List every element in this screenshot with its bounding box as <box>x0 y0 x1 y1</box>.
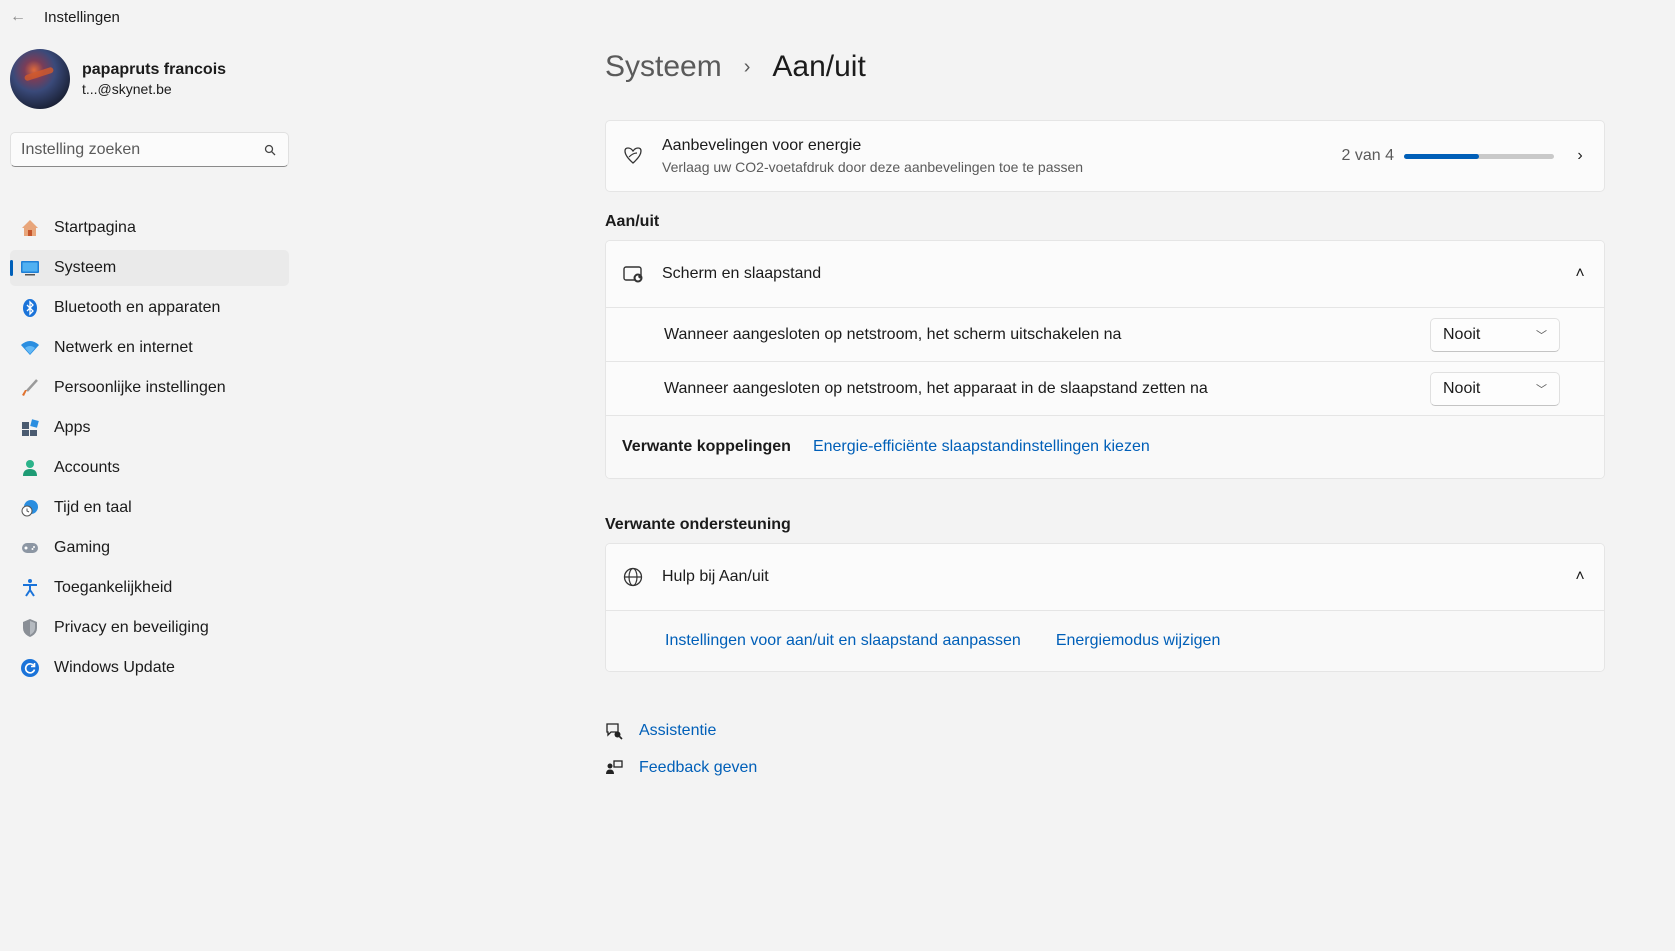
energy-progress-bar <box>1404 153 1554 159</box>
search-icon[interactable] <box>262 142 278 158</box>
chevron-up-icon: ˄ <box>1575 568 1585 585</box>
breadcrumb-separator: › <box>743 55 751 78</box>
footer-links: Assistentie Feedback geven <box>605 718 757 792</box>
screen-off-value: Nooit <box>1443 325 1481 343</box>
sidebar-item-label: Windows Update <box>54 659 175 676</box>
energy-progress-fill <box>1404 153 1479 159</box>
sidebar-item-gaming[interactable]: Gaming <box>10 530 289 566</box>
search-input[interactable] <box>21 140 262 159</box>
sleep-label: Wanneer aangesloten op netstroom, het ap… <box>664 379 1208 397</box>
related-links-row: Verwante koppelingen Energie-efficiënte … <box>606 416 1604 478</box>
sidebar-item-label: Toegankelijkheid <box>54 579 173 596</box>
feedback-icon <box>605 759 623 777</box>
sidebar: papapruts francois t...@skynet.be Startp… <box>0 34 300 951</box>
screen-off-row: Wanneer aangesloten op netstroom, het sc… <box>606 308 1604 362</box>
sidebar-item-label: Accounts <box>54 459 120 476</box>
leaf-heart-icon <box>622 145 644 167</box>
sidebar-item-toegankelijkheid[interactable]: Toegankelijkheid <box>10 570 289 606</box>
title-bar: ← Instellingen <box>0 0 1675 34</box>
screen-sleep-icon <box>622 263 644 285</box>
feedback-link[interactable]: Feedback geven <box>639 759 757 777</box>
sidebar-item-privacy[interactable]: Privacy en beveiliging <box>10 610 289 646</box>
screen-sleep-group: Scherm en slaapstand ˄ Wanneer aangeslot… <box>605 240 1605 479</box>
sidebar-item-accounts[interactable]: Accounts <box>10 450 289 486</box>
home-icon <box>20 218 40 238</box>
breadcrumb-parent[interactable]: Systeem <box>605 50 722 84</box>
chevron-right-icon: › <box>1577 147 1583 164</box>
sidebar-nav: Startpagina Systeem Bluetooth en apparat… <box>10 210 289 690</box>
screen-sleep-header[interactable]: Scherm en slaapstand ˄ <box>606 241 1604 308</box>
avatar <box>10 49 70 109</box>
sidebar-item-label: Gaming <box>54 539 111 556</box>
energy-efficient-sleep-link[interactable]: Energie-efficiënte slaapstandinstellinge… <box>813 438 1150 456</box>
sidebar-item-tijd-taal[interactable]: Tijd en taal <box>10 490 289 526</box>
refresh-icon <box>20 658 40 678</box>
breadcrumb: Systeem › Aan/uit <box>605 50 866 84</box>
screen-sleep-title: Scherm en slaapstand <box>662 265 822 282</box>
back-arrow-icon: ← <box>10 8 26 25</box>
energy-subtitle: Verlaag uw CO2-voetafdruk door deze aanb… <box>662 159 1084 175</box>
help-link-item[interactable]: Assistentie <box>605 718 757 744</box>
sidebar-item-windows-update[interactable]: Windows Update <box>10 650 289 686</box>
page-title: Aan/uit <box>772 50 866 83</box>
screen-off-dropdown[interactable]: Nooit ﹀ <box>1430 317 1560 352</box>
sidebar-item-systeem[interactable]: Systeem <box>10 250 289 286</box>
sidebar-item-apps[interactable]: Apps <box>10 410 289 446</box>
sidebar-item-persoonlijk[interactable]: Persoonlijke instellingen <box>10 370 289 406</box>
brush-icon <box>20 378 40 398</box>
energy-progress-label: 2 van 4 <box>1341 147 1394 164</box>
help-link[interactable]: Assistentie <box>639 722 716 740</box>
screen-off-label: Wanneer aangesloten op netstroom, het sc… <box>664 325 1122 343</box>
sidebar-item-label: Persoonlijke instellingen <box>54 379 226 396</box>
chevron-up-icon: ˄ <box>1575 265 1585 282</box>
chevron-down-icon: ﹀ <box>1536 383 1547 396</box>
energy-mode-link[interactable]: Energiemodus wijzigen <box>1056 632 1221 650</box>
wifi-icon <box>20 338 40 358</box>
bluetooth-icon <box>20 298 40 318</box>
energy-recommendations-card[interactable]: Aanbevelingen voor energie Verlaag uw CO… <box>605 120 1605 192</box>
sidebar-item-label: Netwerk en internet <box>54 339 193 356</box>
gamepad-icon <box>20 538 40 558</box>
energy-title: Aanbevelingen voor energie <box>662 137 862 154</box>
sidebar-item-label: Privacy en beveiliging <box>54 619 209 636</box>
power-sleep-settings-link[interactable]: Instellingen voor aan/uit en slaapstand … <box>665 632 1021 650</box>
globe-clock-icon <box>20 498 40 518</box>
help-group: Hulp bij Aan/uit ˄ Instellingen voor aan… <box>605 543 1605 672</box>
person-icon <box>20 458 40 478</box>
accessibility-icon <box>20 578 40 598</box>
system-icon <box>20 258 40 278</box>
apps-icon <box>20 418 40 438</box>
app-title: Instellingen <box>44 8 120 26</box>
shield-icon <box>20 618 40 638</box>
power-section-title: Aan/uit <box>605 213 660 230</box>
profile-email: t...@skynet.be <box>82 81 172 97</box>
profile-name: papapruts francois <box>82 61 227 78</box>
sleep-value: Nooit <box>1443 379 1481 397</box>
related-links-label: Verwante koppelingen <box>622 438 791 455</box>
sidebar-item-label: Apps <box>54 419 91 436</box>
sidebar-item-bluetooth[interactable]: Bluetooth en apparaten <box>10 290 289 326</box>
back-button[interactable]: ← <box>0 0 36 34</box>
sidebar-item-netwerk[interactable]: Netwerk en internet <box>10 330 289 366</box>
feedback-link-item[interactable]: Feedback geven <box>605 755 757 781</box>
sidebar-item-startpagina[interactable]: Startpagina <box>10 210 289 246</box>
search-box <box>10 132 289 167</box>
sidebar-item-label: Tijd en taal <box>54 499 132 516</box>
help-links-row: Instellingen voor aan/uit en slaapstand … <box>606 611 1604 671</box>
globe-icon <box>622 566 644 588</box>
user-profile[interactable]: papapruts francois t...@skynet.be <box>10 49 226 109</box>
chevron-down-icon: ﹀ <box>1536 329 1547 342</box>
sleep-dropdown[interactable]: Nooit ﹀ <box>1430 371 1560 406</box>
help-header[interactable]: Hulp bij Aan/uit ˄ <box>606 544 1604 611</box>
sleep-row: Wanneer aangesloten op netstroom, het ap… <box>606 362 1604 416</box>
help-title: Hulp bij Aan/uit <box>662 568 769 585</box>
help-chat-icon <box>605 722 623 740</box>
support-section-title: Verwante ondersteuning <box>605 516 791 533</box>
sidebar-item-label: Systeem <box>54 259 117 276</box>
sidebar-item-label: Startpagina <box>54 219 136 236</box>
sidebar-item-label: Bluetooth en apparaten <box>54 299 221 316</box>
